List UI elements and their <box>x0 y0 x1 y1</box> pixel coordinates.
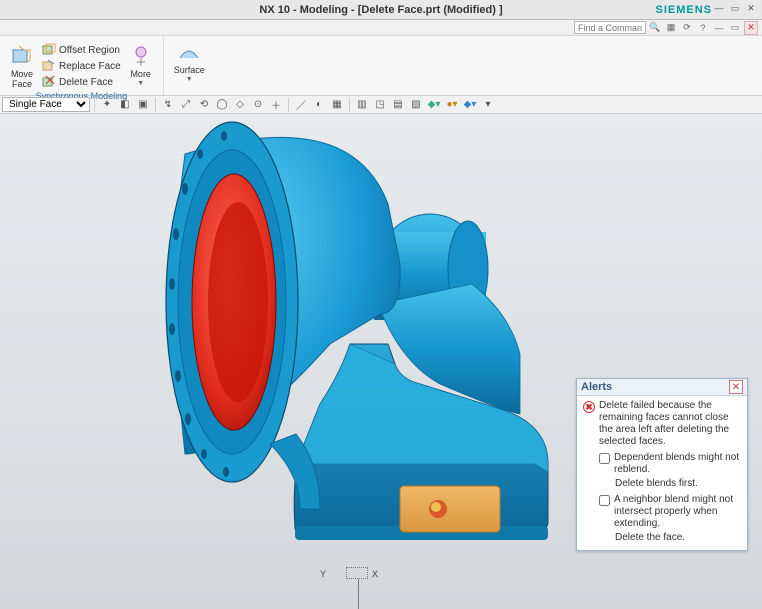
tool-icon[interactable]: ▦ <box>329 97 345 113</box>
replace-face-label: Replace Face <box>59 61 121 72</box>
tool-icon[interactable]: ▣ <box>135 97 151 113</box>
tool-icon[interactable]: ◐ <box>311 97 327 113</box>
tool-icon[interactable]: ▧ <box>408 97 424 113</box>
tool-icon[interactable]: ▾ <box>480 97 496 113</box>
alert-check-1-label: Dependent blends might not reblend. <box>614 452 741 476</box>
tool-icon[interactable]: ／ <box>293 97 309 113</box>
tool-icon[interactable]: ●▾ <box>444 97 460 113</box>
alert-check-2-label: A neighbor blend might not intersect pro… <box>614 494 741 530</box>
surface-label: Surface <box>174 65 205 75</box>
tool-icon[interactable]: ▤ <box>390 97 406 113</box>
alert-main-message: Delete failed because the remaining face… <box>599 400 741 448</box>
offset-region-button[interactable]: Offset Region <box>40 42 123 58</box>
tool-icon[interactable]: ◆▾ <box>462 97 478 113</box>
restore-icon[interactable]: ⟳ <box>680 21 694 35</box>
tool-icon[interactable]: ▥ <box>354 97 370 113</box>
delete-face-icon <box>42 75 56 89</box>
more-label: More <box>130 69 151 79</box>
mdi-close-button[interactable]: ✕ <box>744 21 758 35</box>
alert-check-2[interactable] <box>599 495 610 506</box>
error-icon: ✖ <box>583 401 595 413</box>
alert-sub-1: Delete blends first. <box>583 478 741 490</box>
chevron-down-icon: ▼ <box>186 76 193 83</box>
search-icon[interactable]: 🔍 <box>648 21 662 35</box>
mdi-maximize-button[interactable]: ▭ <box>728 21 742 35</box>
help-icon[interactable]: ? <box>696 21 710 35</box>
minimize-button[interactable]: — <box>712 2 726 14</box>
viewport[interactable]: Y X Z Alerts ✕ ✖ Delete failed because t… <box>0 114 762 609</box>
tool-icon[interactable]: ＋ <box>268 97 284 113</box>
alert-sub-2: Delete the face. <box>583 532 741 544</box>
find-command-input[interactable] <box>574 21 646 34</box>
tool-icon[interactable]: ⊙ <box>250 97 266 113</box>
move-face-icon <box>10 44 34 68</box>
close-button[interactable]: ✕ <box>744 2 758 14</box>
tool-icon[interactable]: ◇ <box>232 97 248 113</box>
replace-face-icon <box>42 59 56 73</box>
offset-region-label: Offset Region <box>59 45 120 56</box>
alerts-close-button[interactable]: ✕ <box>729 380 743 394</box>
mdi-minimize-button[interactable]: — <box>712 21 726 35</box>
tool-icon[interactable]: ⟲ <box>196 97 212 113</box>
surface-button[interactable]: Surface ▼ <box>168 38 211 85</box>
alerts-title: Alerts <box>581 381 612 393</box>
surface-icon <box>177 40 201 64</box>
chevron-down-icon: ▼ <box>137 80 144 87</box>
move-face-button[interactable]: Move Face <box>4 42 40 91</box>
tool-icon[interactable]: ◳ <box>372 97 388 113</box>
tool-icon[interactable]: ↯ <box>160 97 176 113</box>
layout-icon[interactable]: ▦ <box>664 21 678 35</box>
brand-label: SIEMENS <box>655 4 712 16</box>
y-axis-label: Y <box>320 569 326 579</box>
selection-bar: Single Face ✦ ◧ ▣ ↯ ⤢ ⟲ ◯ ◇ ⊙ ＋ ／ ◐ ▦ ▥ … <box>0 96 762 114</box>
selection-filter-select[interactable]: Single Face <box>2 97 90 112</box>
tool-icon[interactable]: ◆▾ <box>426 97 442 113</box>
window-buttons: — ▭ ✕ <box>712 2 758 14</box>
tool-icon[interactable]: ◯ <box>214 97 230 113</box>
move-face-label: Move Face <box>11 69 33 89</box>
window-title: NX 10 - Modeling - [Delete Face.prt (Mod… <box>259 4 502 16</box>
ribbon: Move Face Offset Region Replace Face Del… <box>0 36 762 96</box>
offset-region-icon <box>42 43 56 57</box>
replace-face-button[interactable]: Replace Face <box>40 58 123 74</box>
more-button[interactable]: More ▼ <box>123 42 159 89</box>
alerts-panel: Alerts ✕ ✖ Delete failed because the rem… <box>576 378 748 551</box>
x-axis-label: X <box>372 569 378 579</box>
more-icon <box>129 44 153 68</box>
tool-icon[interactable]: ⤢ <box>178 97 194 113</box>
alert-check-1[interactable] <box>599 453 610 464</box>
delete-face-label: Delete Face <box>59 77 113 88</box>
title-bar: NX 10 - Modeling - [Delete Face.prt (Mod… <box>0 0 762 20</box>
maximize-button[interactable]: ▭ <box>728 2 742 14</box>
tool-icon[interactable]: ✦ <box>99 97 115 113</box>
command-bar: 🔍 ▦ ⟳ ? — ▭ ✕ <box>0 20 762 36</box>
tool-icon[interactable]: ◧ <box>117 97 133 113</box>
delete-face-button[interactable]: Delete Face <box>40 74 123 90</box>
